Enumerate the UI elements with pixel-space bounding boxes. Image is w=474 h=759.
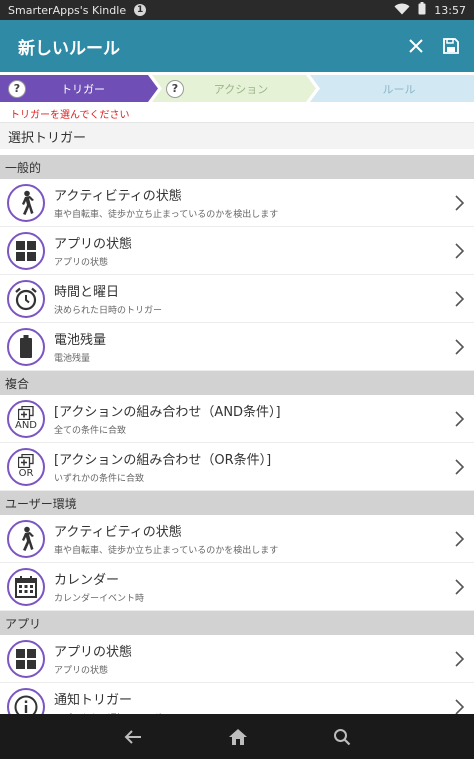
system-nav-bar: [0, 714, 474, 759]
trigger-prompt: トリガーを選んでください: [10, 110, 130, 121]
battery-status-icon: [418, 2, 426, 18]
item-subtitle: 決められた日時のトリガー: [54, 306, 163, 316]
chevron-right-icon: [448, 458, 470, 475]
item-title: アクティビティの状態: [54, 189, 182, 204]
chevron-right-icon: [448, 650, 470, 667]
item-title: アプリの状態: [54, 237, 133, 252]
battery-icon: [7, 327, 45, 366]
icon-label: OR: [18, 468, 34, 479]
item-subtitle: アプリの状態: [54, 666, 109, 676]
page-title: 新しいルール: [18, 38, 120, 59]
search-icon: [334, 728, 351, 745]
section-title: 選択トリガー: [0, 122, 474, 149]
close-button[interactable]: [408, 38, 424, 54]
help-icon: ?: [166, 80, 184, 98]
chevron-right-icon: [448, 338, 470, 355]
save-icon: [443, 38, 459, 54]
alarm-clock-icon: [7, 279, 45, 318]
search-button[interactable]: [333, 728, 351, 746]
and-combine-icon: AND: [7, 399, 45, 438]
walking-person-icon: [7, 183, 45, 222]
chevron-right-icon: [448, 194, 470, 211]
close-icon: [409, 39, 423, 53]
trigger-list-item[interactable]: アクティビティの状態車や自転車、徒歩か立ち止まっているのかを検出します: [0, 179, 474, 227]
step-label: アクション: [213, 82, 269, 96]
status-app-name: SmarterApps's Kindle: [8, 3, 127, 17]
wifi-icon: [394, 3, 410, 18]
app-grid-icon: [7, 231, 45, 270]
trigger-list[interactable]: 一般的 アクティビティの状態 車や自転車、徒歩か立ち止まっているのかを検出します アプ…: [0, 155, 474, 714]
trigger-list-item[interactable]: AND [アクションの組み合わせ（AND条件）] 全ての条件に合致: [0, 395, 474, 443]
step-trigger[interactable]: ? トリガー: [0, 75, 158, 102]
trigger-list-item[interactable]: 時間と曜日決められた日時のトリガー: [0, 275, 474, 323]
trigger-list-item[interactable]: 電池残量 電池残量: [0, 323, 474, 371]
step-rule[interactable]: ルール: [310, 75, 474, 102]
chevron-right-icon: [448, 290, 470, 307]
step-action[interactable]: ? アクション: [152, 75, 316, 102]
item-subtitle: 電池残量: [54, 354, 91, 364]
item-title: アクティビティの状態: [54, 525, 182, 540]
item-title: [アクションの組み合わせ（OR条件）]: [54, 453, 272, 468]
item-title: 電池残量: [54, 333, 107, 348]
back-arrow-icon: [124, 729, 141, 744]
item-subtitle: 車や自転車、徒歩か立ち止まっているのかを検出します: [54, 210, 279, 220]
step-label: トリガー: [61, 82, 105, 96]
trigger-list-item[interactable]: OR [アクションの組み合わせ（OR条件）] いずれかの条件に合致: [0, 443, 474, 491]
trigger-list-item[interactable]: 通知トリガーアプリからの通知のトリガー: [0, 683, 474, 714]
help-icon: ?: [8, 80, 26, 98]
back-button[interactable]: [123, 729, 143, 745]
info-icon: [7, 687, 45, 714]
item-subtitle: いずれかの条件に合致: [54, 474, 145, 484]
step-label: ルール: [382, 82, 416, 96]
trigger-list-item[interactable]: カレンダーカレンダーイベント時: [0, 563, 474, 611]
group-header: 一般的: [0, 155, 474, 179]
item-title: アプリの状態: [54, 645, 133, 660]
step-progress: ? トリガー ? アクション ルール: [0, 72, 474, 102]
group-header: 複合: [0, 371, 474, 395]
item-title: 時間と曜日: [54, 285, 120, 300]
group-header: アプリ: [0, 611, 474, 635]
trigger-list-item[interactable]: アクティビティの状態車や自転車、徒歩か立ち止まっているのかを検出します: [0, 515, 474, 563]
home-button[interactable]: [228, 728, 248, 746]
item-title: 通知トリガー: [54, 693, 133, 708]
item-title: [アクションの組み合わせ（AND条件）]: [54, 405, 281, 420]
item-subtitle: カレンダーイベント時: [54, 594, 145, 604]
chevron-right-icon: [448, 698, 470, 714]
walking-person-icon: [7, 519, 45, 558]
app-grid-icon: [7, 639, 45, 678]
item-title: カレンダー: [54, 573, 120, 588]
group-header: ユーザー環境: [0, 491, 474, 515]
or-combine-icon: OR: [7, 447, 45, 486]
status-time: 13:57: [434, 3, 466, 17]
item-subtitle: 車や自転車、徒歩か立ち止まっているのかを検出します: [54, 546, 279, 556]
save-button[interactable]: [442, 37, 460, 55]
chevron-right-icon: [448, 578, 470, 595]
item-subtitle: アプリの状態: [54, 258, 109, 268]
calendar-icon: [7, 567, 45, 606]
notification-badge: 1: [134, 4, 147, 16]
icon-label: AND: [14, 420, 38, 431]
trigger-list-item[interactable]: アプリの状態 アプリの状態: [0, 227, 474, 275]
chevron-right-icon: [448, 242, 470, 259]
chevron-right-icon: [448, 530, 470, 547]
chevron-right-icon: [448, 410, 470, 427]
app-bar: 新しいルール: [0, 20, 474, 72]
trigger-list-item[interactable]: アプリの状態 アプリの状態: [0, 635, 474, 683]
item-subtitle: 全ての条件に合致: [54, 426, 127, 436]
home-icon: [228, 728, 247, 745]
status-bar: SmarterApps's Kindle 1 13:57: [0, 0, 474, 20]
